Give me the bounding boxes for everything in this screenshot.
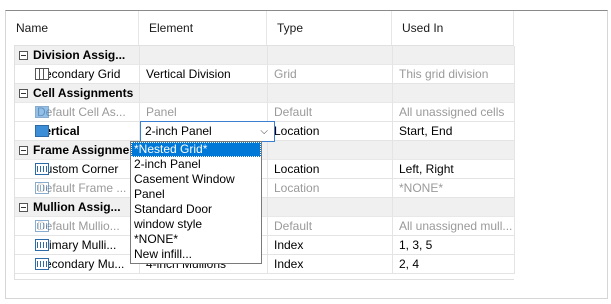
used-in-cell: Left, Right xyxy=(393,160,515,179)
category-row[interactable]: Cell Assignments xyxy=(15,84,515,103)
collapse-icon[interactable] xyxy=(19,203,28,212)
mullion-icon xyxy=(35,220,49,232)
empty-cell xyxy=(393,46,515,65)
dropdown-option[interactable]: *Nested Grid* xyxy=(131,142,261,157)
category-label: Frame Assignme... xyxy=(15,141,140,160)
dropdown-option[interactable]: Casement Window xyxy=(131,172,261,187)
type-cell: Grid xyxy=(268,65,393,84)
dropdown-option[interactable]: Panel xyxy=(131,187,261,202)
collapse-icon[interactable] xyxy=(19,51,28,60)
table-row[interactable]: Vertical 2-inch Panel ⌵ Location Start, End xyxy=(15,121,515,142)
type-cell: Index xyxy=(268,255,393,274)
grid-icon xyxy=(35,68,49,80)
category-label: Division Assig... xyxy=(15,46,140,65)
combobox-value: 2-inch Panel xyxy=(145,124,212,138)
table-row[interactable]: Custom Corner Location Left, Right xyxy=(15,160,515,179)
dropdown-option[interactable]: 2-inch Panel xyxy=(131,157,261,172)
mullion-icon xyxy=(35,182,49,194)
category-row[interactable]: Frame Assignme... xyxy=(15,141,515,160)
assignments-panel: Name Element Type Used In Division Assig… xyxy=(5,10,608,299)
item-name: Primary Mulli... xyxy=(15,236,140,255)
used-in-cell: This grid division xyxy=(393,65,515,84)
category-row[interactable]: Division Assig... xyxy=(15,46,515,65)
item-name: Secondary Mu... xyxy=(15,255,140,274)
empty-cell xyxy=(268,84,393,103)
collapse-icon[interactable] xyxy=(19,89,28,98)
item-name: Default Mullio... xyxy=(15,217,140,236)
item-name: Default Frame ... xyxy=(15,179,140,198)
dropdown-option[interactable]: *NONE* xyxy=(131,232,261,247)
used-in-cell: *NONE* xyxy=(393,179,515,198)
empty-cell xyxy=(268,141,393,160)
column-header: Name Element Type Used In xyxy=(6,11,607,45)
table-row[interactable]: Default Frame ... Location *NONE* xyxy=(15,179,515,198)
chevron-down-icon[interactable]: ⌵ xyxy=(260,122,268,141)
empty-cell xyxy=(393,141,515,160)
used-in-cell: 2, 4 xyxy=(393,255,515,274)
mullion-icon xyxy=(35,258,49,270)
type-cell: Location xyxy=(268,122,393,141)
element-cell[interactable]: Vertical Division xyxy=(140,65,268,84)
empty-cell xyxy=(140,84,268,103)
category-label: Cell Assignments xyxy=(15,84,140,103)
table-row[interactable]: Default Cell As... Panel Default All unassi… xyxy=(15,103,515,122)
item-name: Vertical xyxy=(15,122,140,141)
type-cell: Location xyxy=(268,160,393,179)
collapse-icon[interactable] xyxy=(19,146,28,155)
element-cell[interactable]: Panel xyxy=(140,103,268,122)
mullion-icon xyxy=(35,163,49,175)
table-row[interactable]: Default Mullio... Default All unassigned m… xyxy=(15,217,515,236)
item-name: Secondary Grid xyxy=(15,65,140,84)
panel-icon xyxy=(35,106,49,118)
table-row[interactable]: Secondary Grid Vertical Division Grid This … xyxy=(15,65,515,84)
type-cell: Default xyxy=(268,217,393,236)
dropdown-option[interactable]: Standard Door xyxy=(131,202,261,217)
empty-cell xyxy=(140,46,268,65)
assignment-table: Division Assig... Secondary Grid Vertical … xyxy=(14,45,515,280)
item-name: Default Cell As... xyxy=(15,103,140,122)
item-name: Custom Corner xyxy=(15,160,140,179)
category-label: Mullion Assig... xyxy=(15,198,140,217)
element-combobox[interactable]: 2-inch Panel ⌵ xyxy=(140,121,275,142)
used-in-cell: Start, End xyxy=(393,122,515,141)
type-cell: Default xyxy=(268,103,393,122)
mullion-icon xyxy=(35,239,49,251)
type-cell: Location xyxy=(268,179,393,198)
empty-cell xyxy=(393,198,515,217)
category-row[interactable]: Mullion Assig... xyxy=(15,198,515,217)
empty-cell xyxy=(268,46,393,65)
element-dropdown-list: *Nested Grid* 2-inch Panel Casement Window… xyxy=(130,141,262,264)
column-header-type[interactable]: Type xyxy=(267,11,392,45)
panel-icon xyxy=(35,125,49,137)
dropdown-option[interactable]: New infill... xyxy=(131,247,261,262)
used-in-cell: 1, 3, 5 xyxy=(393,236,515,255)
used-in-cell: All unassigned cells xyxy=(393,103,515,122)
column-header-name[interactable]: Name xyxy=(6,11,139,45)
column-header-used-in[interactable]: Used In xyxy=(392,11,514,45)
empty-cell xyxy=(393,84,515,103)
type-cell: Index xyxy=(268,236,393,255)
empty-cell xyxy=(268,198,393,217)
dropdown-option[interactable]: window style xyxy=(131,217,261,232)
table-row[interactable]: Primary Mulli... Index 1, 3, 5 xyxy=(15,236,515,255)
used-in-cell: All unassigned mull... xyxy=(393,217,515,236)
column-header-element[interactable]: Element xyxy=(139,11,267,45)
table-row[interactable]: Secondary Mu... 4-inch Mullions Index 2, 4 xyxy=(15,255,515,274)
